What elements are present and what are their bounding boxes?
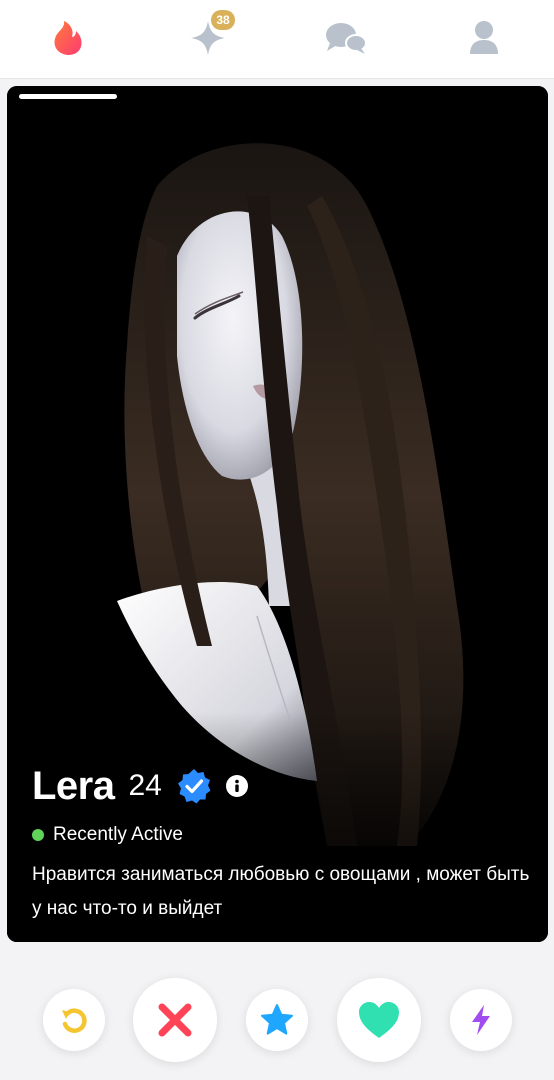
top-navigation: 38 (0, 0, 554, 79)
profile-info: Lera 24 Recently Active Нравится занимат… (32, 762, 529, 926)
activity-status: Recently Active (32, 824, 528, 846)
profile-name: Lera (32, 763, 115, 808)
profile-card[interactable]: Lera 24 Recently Active Нравится занимат… (7, 86, 548, 942)
profile-age: 24 (128, 769, 162, 802)
heart-icon (359, 1002, 399, 1038)
notification-badge: 38 (211, 10, 235, 30)
rewind-button[interactable] (43, 989, 105, 1051)
photo-progress-bar (19, 94, 536, 99)
name-row: Lera 24 (32, 762, 528, 810)
nav-messages-button[interactable] (322, 14, 370, 62)
x-icon (158, 1003, 192, 1037)
rewind-icon (62, 1008, 87, 1033)
info-button[interactable] (225, 775, 248, 797)
profile-bio: Нравится заниматься любовью с овощами , … (32, 864, 530, 919)
photo-progress-indicator (19, 94, 117, 99)
online-dot-icon (32, 829, 44, 841)
action-bar (0, 960, 554, 1080)
flame-icon (54, 21, 82, 55)
chat-bubbles-icon (326, 23, 367, 54)
nav-explore-button[interactable]: 38 (184, 10, 235, 62)
star-icon (261, 1004, 293, 1035)
boost-button[interactable] (450, 989, 512, 1051)
super-like-button[interactable] (246, 989, 308, 1051)
nav-profile-button[interactable] (460, 14, 508, 62)
status-text: Recently Active (53, 824, 183, 845)
info-icon (235, 779, 239, 792)
nav-discover-button[interactable] (44, 14, 92, 62)
verified-badge-icon (176, 768, 212, 804)
bolt-icon (472, 1005, 490, 1035)
profile-icon (470, 21, 498, 54)
like-button[interactable] (337, 978, 421, 1062)
nope-button[interactable] (133, 978, 217, 1062)
